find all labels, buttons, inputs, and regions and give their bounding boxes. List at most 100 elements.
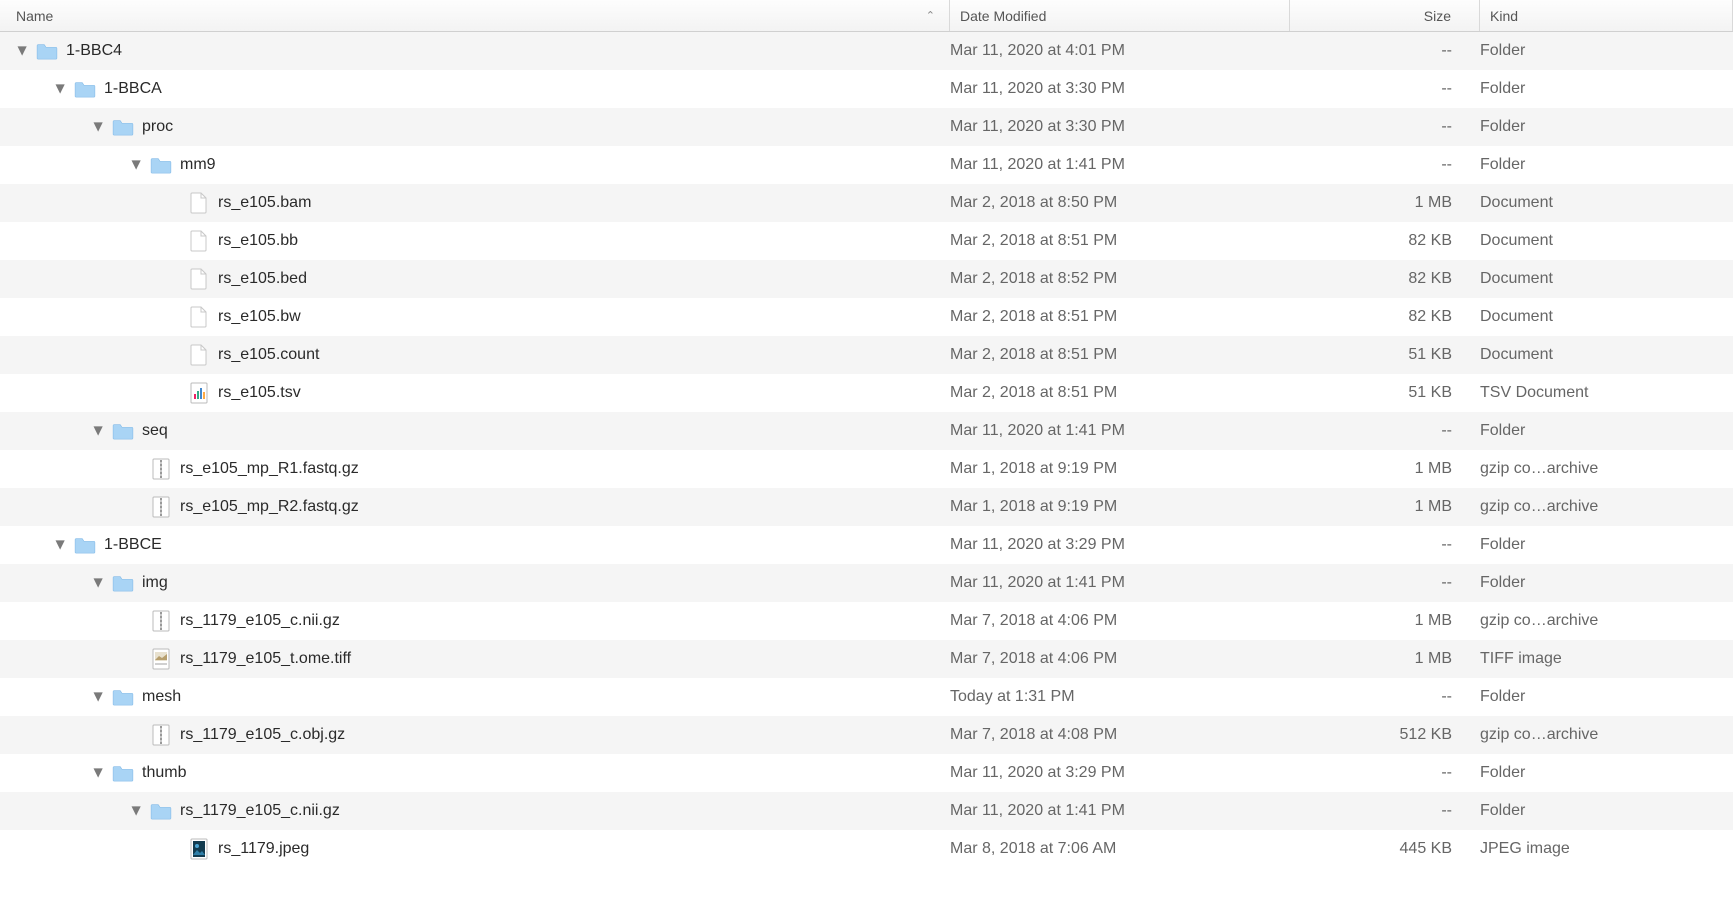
table-row[interactable]: ▶rs_e105.countMar 2, 2018 at 8:51 PM51 K…: [0, 336, 1733, 374]
table-row[interactable]: ▶1-BBC4Mar 11, 2020 at 4:01 PM--Folder: [0, 32, 1733, 70]
table-row[interactable]: ▶rs_1179_e105_t.ome.tiffMar 7, 2018 at 4…: [0, 640, 1733, 678]
cell-kind: Folder: [1480, 42, 1733, 60]
cell-date: Mar 11, 2020 at 3:30 PM: [950, 118, 1290, 136]
table-row[interactable]: ▶seqMar 11, 2020 at 1:41 PM--Folder: [0, 412, 1733, 450]
sort-indicator-icon: ⌃: [926, 9, 935, 22]
table-row[interactable]: ▶rs_1179_e105_c.nii.gzMar 11, 2020 at 1:…: [0, 792, 1733, 830]
disclosure-triangle-icon[interactable]: ▶: [54, 538, 68, 552]
cell-date: Mar 11, 2020 at 3:29 PM: [950, 764, 1290, 782]
cell-date: Mar 11, 2020 at 1:41 PM: [950, 156, 1290, 174]
cell-name: ▶rs_e105.tsv: [0, 382, 950, 404]
cell-size: 82 KB: [1290, 232, 1480, 250]
cell-size: 1 MB: [1290, 194, 1480, 212]
cell-date: Mar 1, 2018 at 9:19 PM: [950, 498, 1290, 516]
gz-icon: [150, 496, 172, 518]
cell-kind: Folder: [1480, 764, 1733, 782]
column-header-size[interactable]: Size: [1290, 0, 1480, 31]
cell-date: Today at 1:31 PM: [950, 688, 1290, 706]
cell-name: ▶proc: [0, 116, 950, 138]
tsv-icon: [188, 382, 210, 404]
cell-kind: Folder: [1480, 802, 1733, 820]
disclosure-triangle-icon[interactable]: ▶: [92, 690, 106, 704]
table-row[interactable]: ▶thumbMar 11, 2020 at 3:29 PM--Folder: [0, 754, 1733, 792]
cell-size: --: [1290, 802, 1480, 820]
table-row[interactable]: ▶rs_e105.bbMar 2, 2018 at 8:51 PM82 KBDo…: [0, 222, 1733, 260]
table-row[interactable]: ▶rs_e105.tsvMar 2, 2018 at 8:51 PM51 KBT…: [0, 374, 1733, 412]
table-row[interactable]: ▶rs_e105_mp_R2.fastq.gzMar 1, 2018 at 9:…: [0, 488, 1733, 526]
cell-date: Mar 11, 2020 at 1:41 PM: [950, 422, 1290, 440]
file-name: rs_e105.count: [218, 346, 319, 364]
disclosure-triangle-icon[interactable]: ▶: [92, 576, 106, 590]
file-name: rs_1179_e105_c.nii.gz: [180, 802, 340, 820]
disclosure-triangle-icon[interactable]: ▶: [130, 804, 144, 818]
cell-name: ▶ mesh: [0, 686, 950, 708]
doc-icon: [188, 230, 210, 252]
cell-name: ▶1-BBC4: [0, 40, 950, 62]
cell-kind: Folder: [1480, 574, 1733, 592]
table-row[interactable]: ▶imgMar 11, 2020 at 1:41 PM--Folder: [0, 564, 1733, 602]
cell-kind: Document: [1480, 270, 1733, 288]
cell-date: Mar 2, 2018 at 8:51 PM: [950, 232, 1290, 250]
cell-size: 51 KB: [1290, 384, 1480, 402]
file-name: mesh: [142, 688, 181, 706]
folder-icon: [36, 40, 58, 62]
cell-size: --: [1290, 80, 1480, 98]
table-row[interactable]: ▶mm9Mar 11, 2020 at 1:41 PM--Folder: [0, 146, 1733, 184]
cell-date: Mar 2, 2018 at 8:51 PM: [950, 384, 1290, 402]
disclosure-triangle-icon[interactable]: ▶: [130, 158, 144, 172]
table-row[interactable]: ▶rs_1179.jpegMar 8, 2018 at 7:06 AM445 K…: [0, 830, 1733, 868]
cell-size: 51 KB: [1290, 346, 1480, 364]
cell-name: ▶rs_e105.bw: [0, 306, 950, 328]
cell-name: ▶mm9: [0, 154, 950, 176]
table-row[interactable]: ▶rs_e105.bwMar 2, 2018 at 8:51 PM82 KBDo…: [0, 298, 1733, 336]
cell-date: Mar 7, 2018 at 4:06 PM: [950, 612, 1290, 630]
table-row[interactable]: ▶procMar 11, 2020 at 3:30 PM--Folder: [0, 108, 1733, 146]
folder-icon: [112, 116, 134, 138]
table-row[interactable]: ▶rs_1179_e105_c.nii.gzMar 7, 2018 at 4:0…: [0, 602, 1733, 640]
disclosure-triangle-icon[interactable]: ▶: [54, 82, 68, 96]
cell-kind: Folder: [1480, 118, 1733, 136]
table-row[interactable]: ▶rs_e105_mp_R1.fastq.gzMar 1, 2018 at 9:…: [0, 450, 1733, 488]
disclosure-triangle-icon[interactable]: ▶: [92, 120, 106, 134]
cell-date: Mar 2, 2018 at 8:50 PM: [950, 194, 1290, 212]
cell-date: Mar 11, 2020 at 3:29 PM: [950, 536, 1290, 554]
cell-name: ▶1-BBCE: [0, 534, 950, 556]
cell-kind: gzip co…archive: [1480, 498, 1733, 516]
cell-size: --: [1290, 688, 1480, 706]
folder-icon: [74, 78, 96, 100]
table-row[interactable]: ▶1-BBCAMar 11, 2020 at 3:30 PM--Folder: [0, 70, 1733, 108]
column-header-kind[interactable]: Kind: [1480, 0, 1733, 31]
cell-size: --: [1290, 118, 1480, 136]
table-row[interactable]: ▶1-BBCEMar 11, 2020 at 3:29 PM--Folder: [0, 526, 1733, 564]
column-header-row: Name ⌃ Date Modified Size Kind: [0, 0, 1733, 32]
doc-icon: [188, 344, 210, 366]
column-header-date[interactable]: Date Modified: [950, 0, 1290, 31]
file-name: rs_e105.bam: [218, 194, 311, 212]
table-row[interactable]: ▶rs_1179_e105_c.obj.gzMar 7, 2018 at 4:0…: [0, 716, 1733, 754]
cell-size: 82 KB: [1290, 308, 1480, 326]
cell-name: ▶1-BBCA: [0, 78, 950, 100]
gz-icon: [150, 724, 172, 746]
doc-icon: [188, 268, 210, 290]
folder-icon: [112, 762, 134, 784]
cell-kind: TIFF image: [1480, 650, 1733, 668]
table-row[interactable]: ▶rs_e105.bamMar 2, 2018 at 8:50 PM1 MBDo…: [0, 184, 1733, 222]
cell-kind: gzip co…archive: [1480, 460, 1733, 478]
gz-icon: [150, 610, 172, 632]
file-name: rs_1179_e105_t.ome.tiff: [180, 650, 351, 668]
table-row[interactable]: ▶rs_e105.bedMar 2, 2018 at 8:52 PM82 KBD…: [0, 260, 1733, 298]
disclosure-triangle-icon[interactable]: ▶: [92, 424, 106, 438]
file-name: rs_e105_mp_R1.fastq.gz: [180, 460, 359, 478]
table-row[interactable]: ▶meshToday at 1:31 PM--Folder: [0, 678, 1733, 716]
disclosure-triangle-icon[interactable]: ▶: [16, 44, 30, 58]
cell-size: --: [1290, 156, 1480, 174]
cell-name: ▶rs_e105.bed: [0, 268, 950, 290]
tiff-icon: [150, 648, 172, 670]
cell-size: 82 KB: [1290, 270, 1480, 288]
cell-size: --: [1290, 422, 1480, 440]
column-header-name[interactable]: Name ⌃: [0, 0, 950, 31]
cell-kind: TSV Document: [1480, 384, 1733, 402]
disclosure-triangle-icon[interactable]: ▶: [92, 766, 106, 780]
column-header-size-label: Size: [1424, 8, 1451, 24]
cell-kind: Folder: [1480, 156, 1733, 174]
